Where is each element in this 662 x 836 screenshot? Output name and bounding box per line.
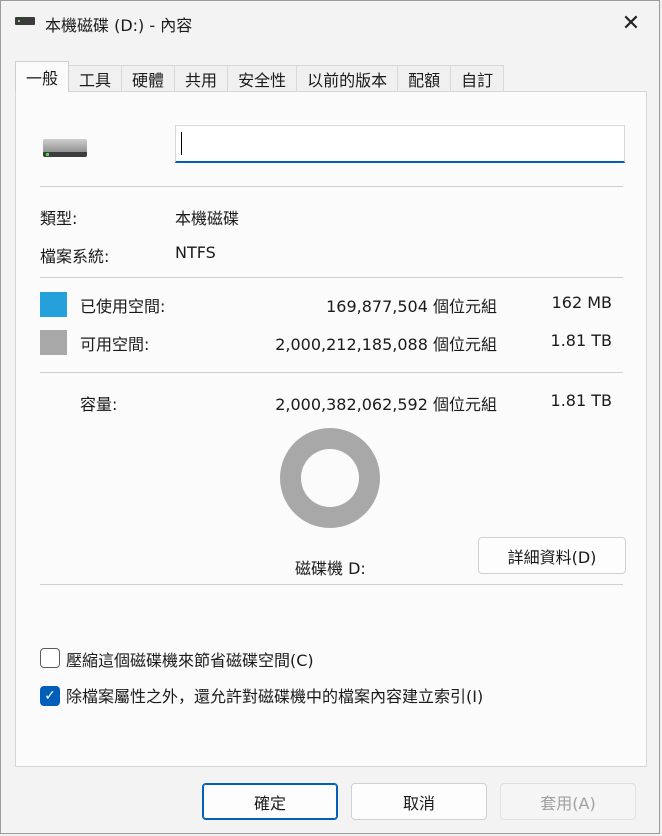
separator bbox=[40, 584, 623, 585]
details-button[interactable]: 詳細資料(D) bbox=[478, 537, 626, 574]
hard-drive-icon bbox=[43, 139, 87, 157]
free-space-bytes: 2,000,212,185,088 個位元組 bbox=[275, 335, 497, 354]
used-space-size: 162 MB bbox=[551, 293, 612, 312]
apply-button[interactable]: 套用(A) bbox=[500, 783, 636, 820]
separator bbox=[40, 372, 623, 373]
usage-donut-chart bbox=[280, 428, 380, 528]
tab-previous-versions[interactable]: 以前的版本 bbox=[296, 65, 399, 92]
tab-security[interactable]: 安全性 bbox=[227, 65, 298, 92]
close-icon[interactable]: ✕ bbox=[609, 5, 653, 41]
title-bar: 本機磁碟 (D:) - 內容 ✕ bbox=[1, 1, 659, 45]
index-label[interactable]: 除檔案屬性之外，還允許對磁碟機中的檔案內容建立索引(I) bbox=[66, 683, 483, 707]
capacity-bytes: 2,000,382,062,592 個位元組 bbox=[275, 395, 497, 414]
separator bbox=[40, 277, 623, 278]
filesystem-value: NTFS bbox=[175, 243, 216, 262]
free-space-swatch bbox=[40, 330, 67, 355]
tab-strip: 一般 工具 硬體 共用 安全性 以前的版本 配額 自訂 bbox=[15, 61, 505, 92]
cancel-button[interactable]: 取消 bbox=[351, 783, 487, 820]
compress-checkbox[interactable] bbox=[40, 648, 60, 668]
drive-name-input[interactable] bbox=[175, 125, 625, 163]
separator bbox=[40, 186, 623, 187]
index-checkbox[interactable]: ✓ bbox=[40, 686, 60, 706]
text-caret bbox=[181, 132, 182, 155]
capacity-label: 容量: bbox=[80, 395, 118, 414]
type-label: 類型: bbox=[40, 209, 78, 228]
free-space-size: 1.81 TB bbox=[550, 331, 612, 350]
type-value: 本機磁碟 bbox=[175, 209, 240, 228]
tab-general[interactable]: 一般 bbox=[15, 61, 70, 92]
drive-icon bbox=[15, 17, 35, 25]
tab-customize[interactable]: 自訂 bbox=[450, 65, 505, 92]
window-title: 本機磁碟 (D:) - 內容 bbox=[45, 16, 193, 35]
tab-tools[interactable]: 工具 bbox=[68, 65, 123, 92]
capacity-size: 1.81 TB bbox=[550, 391, 612, 410]
compress-label[interactable]: 壓縮這個磁碟機來節省磁碟空間(C) bbox=[66, 647, 314, 671]
general-panel: 類型: 本機磁碟 檔案系統: NTFS 已使用空間: 169,877,504 個… bbox=[15, 91, 647, 767]
tab-sharing[interactable]: 共用 bbox=[174, 65, 229, 92]
tab-quota[interactable]: 配額 bbox=[397, 65, 452, 92]
free-space-label: 可用空間: bbox=[80, 335, 150, 354]
properties-dialog: 本機磁碟 (D:) - 內容 ✕ 一般 工具 硬體 共用 安全性 以前的版本 配… bbox=[0, 0, 660, 834]
used-space-swatch bbox=[40, 292, 67, 317]
tab-hardware[interactable]: 硬體 bbox=[121, 65, 176, 92]
used-space-bytes: 169,877,504 個位元組 bbox=[326, 297, 497, 316]
filesystem-label: 檔案系統: bbox=[40, 247, 110, 266]
used-space-label: 已使用空間: bbox=[80, 297, 166, 316]
drive-letter-label: 磁碟機 D: bbox=[295, 559, 366, 578]
ok-button[interactable]: 確定 bbox=[202, 783, 338, 820]
